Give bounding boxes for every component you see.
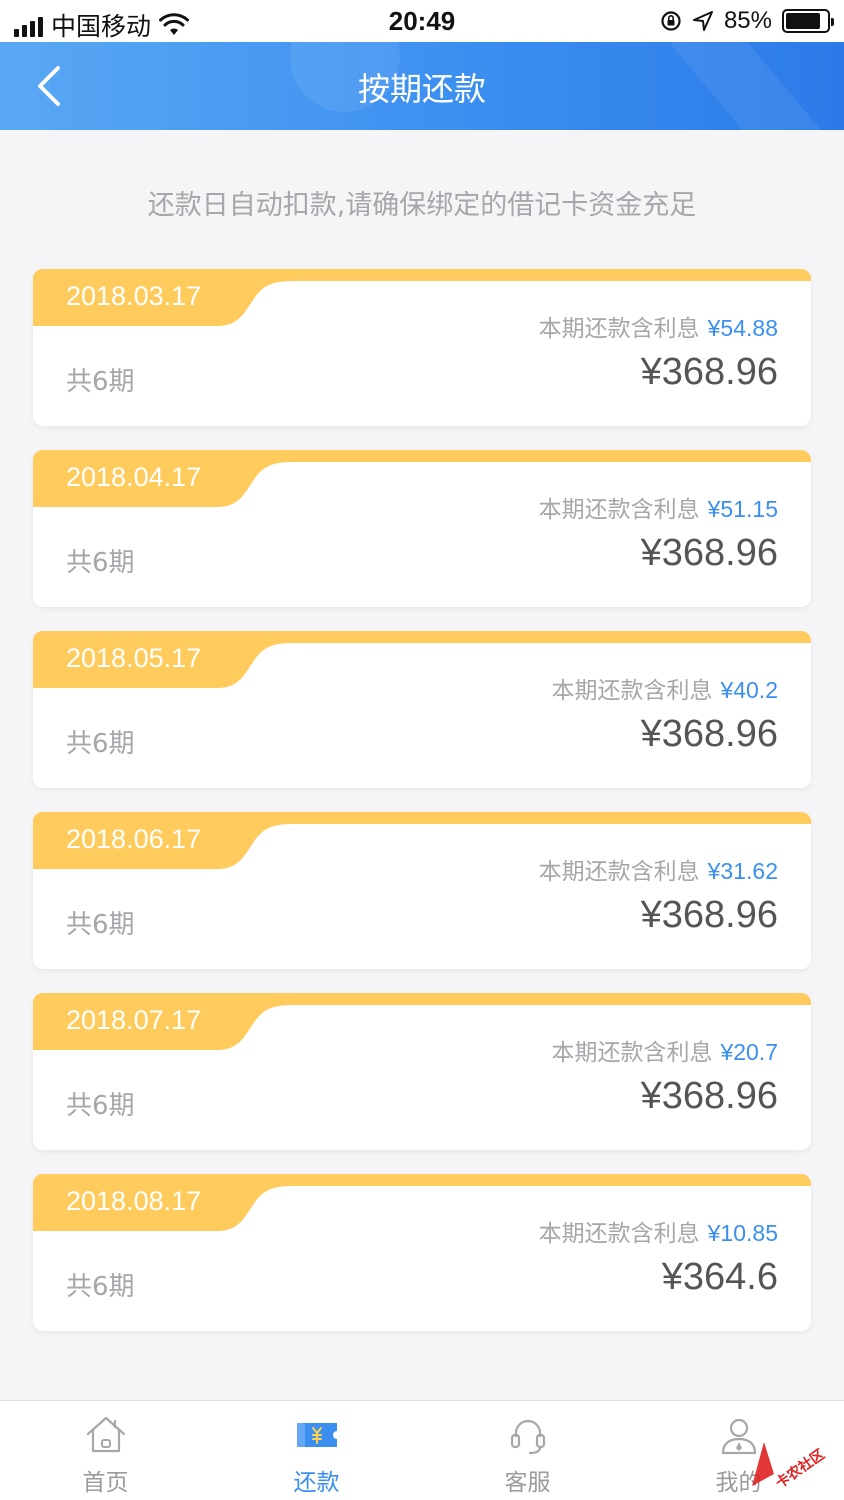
installment-card[interactable]: 2018.07.17 本期还款含利息 ¥20.7 共6期 ¥368.96 [33,993,811,1150]
interest-amount: ¥51.15 [707,496,778,522]
interest-line: 本期还款含利息 ¥10.85 [539,1214,778,1248]
watermark-logo: 卡农社区 [752,1442,829,1492]
total-periods: 共6期 [66,1272,135,1302]
installment-card[interactable]: 2018.05.17 本期还款含利息 ¥40.2 共6期 ¥368.96 [33,631,811,788]
interest-amount: ¥20.7 [720,1039,778,1065]
installment-card[interactable]: 2018.08.17 本期还款含利息 ¥10.85 共6期 ¥364.6 [33,1174,811,1331]
interest-amount: ¥54.88 [707,315,778,341]
repay-ticket-icon [296,1423,337,1447]
headset-icon [510,1419,545,1455]
total-periods: 共6期 [66,367,135,397]
svg-text:卡农社区: 卡农社区 [772,1446,828,1492]
tab-customer-service[interactable]: 客服 [422,1401,633,1500]
interest-line: 本期还款含利息 ¥51.15 [539,490,778,524]
location-arrow-icon [692,11,713,31]
interest-label: 本期还款含利息 [551,678,713,704]
tab-label: 还款 [293,1470,340,1496]
interest-label: 本期还款含利息 [538,497,700,523]
home-icon [86,1416,125,1453]
installment-date: 2018.05.17 [66,643,202,673]
installment-total: ¥368.96 [640,532,778,574]
installment-card[interactable]: 2018.04.17 本期还款含利息 ¥51.15 共6期 ¥368.96 [33,450,811,607]
tab-repay[interactable]: 还款 [211,1401,422,1500]
interest-label: 本期还款含利息 [551,1040,713,1066]
installment-total: ¥364.6 [661,1256,778,1298]
auto-debit-notice: 还款日自动扣款,请确保绑定的借记卡资金充足 [147,190,697,221]
interest-label: 本期还款含利息 [538,859,700,885]
total-periods: 共6期 [66,548,135,578]
installment-card[interactable]: 2018.06.17 本期还款含利息 ¥31.62 共6期 ¥368.96 [33,812,811,969]
total-periods: 共6期 [66,910,135,940]
status-right: 85% [660,7,834,35]
page-title: 按期还款 [357,70,486,108]
tab-home[interactable]: 首页 [0,1401,211,1500]
interest-label: 本期还款含利息 [538,316,700,342]
battery-percent: 85% [723,7,772,34]
interest-amount: ¥40.2 [720,677,778,703]
installment-total: ¥368.96 [640,351,778,393]
tab-label: 首页 [82,1470,129,1496]
status-bar: 中国移动 20:49 85% [0,0,844,42]
interest-amount: ¥31.62 [707,858,778,884]
installment-total: ¥368.96 [640,1075,778,1117]
installment-date: 2018.03.17 [66,281,202,311]
interest-amount: ¥10.85 [707,1220,778,1246]
bottom-tab-bar: 首页 还款 客服 我的 [0,1400,844,1500]
rotation-lock-icon [661,11,681,31]
installment-card[interactable]: 2018.03.17 本期还款含利息 ¥54.88 共6期 ¥368.96 [33,269,811,426]
nav-bar: 按期还款 [0,42,844,130]
interest-line: 本期还款含利息 ¥31.62 [539,852,778,886]
installment-date: 2018.06.17 [66,824,202,854]
interest-line: 本期还款含利息 ¥40.2 [551,671,778,705]
total-periods: 共6期 [66,1091,135,1121]
battery-icon [782,9,834,33]
installment-date: 2018.04.17 [66,462,202,492]
installment-total: ¥368.96 [640,713,778,755]
installment-date: 2018.08.17 [66,1186,202,1216]
total-periods: 共6期 [66,729,135,759]
interest-line: 本期还款含利息 ¥54.88 [539,309,778,343]
interest-label: 本期还款含利息 [538,1221,700,1247]
installment-total: ¥368.96 [640,894,778,936]
installment-list: 2018.03.17 本期还款含利息 ¥54.88 共6期 ¥368.96 201… [33,269,811,1355]
installment-date: 2018.07.17 [66,1005,202,1035]
interest-line: 本期还款含利息 ¥20.7 [551,1033,778,1067]
tab-label: 客服 [504,1470,551,1496]
